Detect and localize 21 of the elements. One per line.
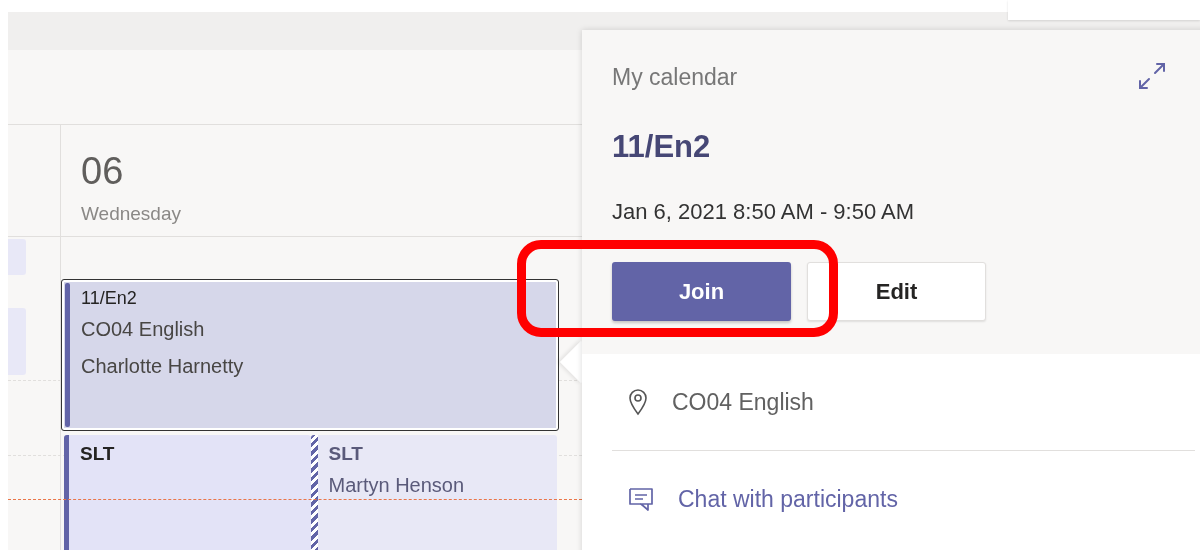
event-location: CO04 English [672, 388, 814, 416]
event-card[interactable]: 11/En2 CO04 English Charlotte Harnetty [61, 279, 559, 431]
event-time: Jan 6, 2021 8:50 AM - 9:50 AM [612, 199, 916, 225]
event-title: SLT [80, 443, 115, 465]
event-title: 11/En2 [81, 288, 138, 309]
chat-link[interactable]: Chat with participants [678, 485, 898, 513]
event-title: 11/En2 [612, 129, 712, 165]
day-number: 06 [81, 149, 125, 193]
location-pin-icon [628, 388, 648, 416]
calendar-name: My calendar [612, 64, 738, 91]
event-organizer: Martyn Henson [328, 474, 465, 497]
event-card[interactable]: SLT [64, 435, 311, 550]
edit-button[interactable]: Edit [807, 262, 986, 321]
day-name: Wednesday [81, 203, 182, 225]
expand-icon[interactable] [1138, 62, 1166, 90]
join-button[interactable]: Join [612, 262, 791, 321]
chat-icon[interactable] [628, 486, 654, 512]
event-card[interactable]: SLT Martyn Henson [310, 435, 557, 550]
event-location: CO04 English [81, 318, 206, 341]
event-organizer: Charlotte Harnetty [81, 355, 244, 378]
event-title: SLT [328, 443, 364, 465]
